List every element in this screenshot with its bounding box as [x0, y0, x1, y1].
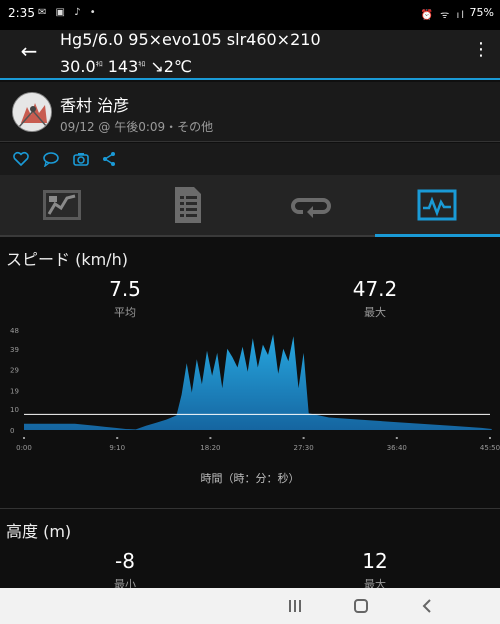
y-tick-label: 19 [10, 387, 19, 395]
map-icon [43, 190, 81, 220]
tab-laps[interactable] [250, 175, 375, 235]
altitude-min-value: -8 [115, 549, 135, 573]
x-tick-mark [209, 437, 212, 439]
speed-max-value: 47.2 [352, 277, 398, 301]
distance-unit-2: ｷﾛ [138, 60, 146, 68]
avatar[interactable] [12, 92, 52, 132]
temperature: ↘2℃ [150, 57, 192, 76]
tab-charts[interactable] [375, 175, 500, 237]
speed-title: スピード (km/h) [6, 250, 128, 269]
distance-value: 30.0 [60, 57, 96, 76]
signal-icons: ⏰ ᯤ ıl [420, 10, 466, 21]
x-tick-label: 36:40 [387, 444, 407, 452]
y-tick-label: 29 [10, 367, 19, 375]
altitude-title: 高度 (m) [6, 522, 72, 541]
comment-icon[interactable] [42, 151, 60, 168]
x-tick-label: 18:20 [200, 444, 220, 452]
x-tick-label: 9:10 [109, 444, 125, 452]
y-tick-label: 0 [10, 427, 14, 435]
back-arrow-icon[interactable]: ← [16, 38, 42, 64]
status-bar: 2:35 ✉ ▣ ♪ • ⏰ ᯤ ıl 75% [0, 0, 500, 30]
speed-chart[interactable]: 48 39 29 19 10 0 0:00 9:10 18:20 27:30 36:40 45:50 [0, 320, 500, 460]
share-icon[interactable] [100, 151, 118, 167]
loop-icon [291, 198, 331, 218]
home-icon[interactable] [351, 597, 371, 615]
camera-icon[interactable] [72, 151, 90, 167]
speed-avg-label: 平均 [114, 306, 136, 319]
y-tick-label: 48 [10, 327, 19, 335]
x-tick-mark [116, 437, 119, 439]
action-bar [0, 143, 500, 175]
speed-max-label: 最大 [364, 306, 386, 319]
x-tick-mark [23, 437, 25, 439]
x-tick-label: 45:50 [480, 444, 500, 452]
distance-unit: ｷﾛ [95, 60, 103, 68]
profile-row: 香村 治彦 09/12 @ 午後0:09・その他 [0, 82, 500, 142]
x-tick-label: 0:00 [16, 444, 32, 452]
athlete-name[interactable]: 香村 治彦 [60, 92, 129, 116]
x-tick-label: 27:30 [294, 444, 314, 452]
tab-bar [0, 175, 500, 237]
app-header: ← Hg5/6.0 95×evo105 slr460×210 30.0ｷﾛ 14… [0, 30, 500, 80]
status-time: 2:35 [8, 6, 35, 20]
activity-title: Hg5/6.0 95×evo105 slr460×210 [60, 30, 321, 49]
battery-level: 75% [469, 6, 494, 19]
more-menu-icon[interactable]: ⋮ [472, 38, 490, 62]
speed-avg-value: 7.5 [109, 277, 141, 301]
section-divider [0, 508, 500, 509]
tab-overview[interactable] [0, 175, 125, 235]
speed-area-series [24, 334, 492, 430]
activity-date: 09/12 @ 午後0:09・その他 [60, 120, 214, 134]
chart-pulse-icon [417, 189, 457, 221]
x-axis-title: 時間（時：分：秒） [200, 472, 300, 485]
x-tick-mark [302, 437, 305, 439]
like-heart-icon[interactable] [12, 151, 30, 167]
recent-apps-icon[interactable] [285, 597, 305, 615]
x-tick-mark [489, 437, 491, 439]
y-tick-label: 39 [10, 346, 19, 354]
distance-value-2: 143 [107, 57, 139, 76]
document-icon [175, 187, 201, 223]
y-tick-label: 10 [10, 406, 19, 414]
x-tick-mark [395, 437, 398, 439]
system-nav-bar [0, 588, 500, 624]
tab-details[interactable] [125, 175, 250, 235]
activity-summary: 30.0ｷﾛ 143ｷﾛ ↘2℃ [60, 57, 192, 76]
back-nav-icon[interactable] [417, 597, 437, 615]
altitude-max-value: 12 [362, 549, 388, 573]
notification-icons: ✉ ▣ ♪ • [38, 7, 99, 18]
